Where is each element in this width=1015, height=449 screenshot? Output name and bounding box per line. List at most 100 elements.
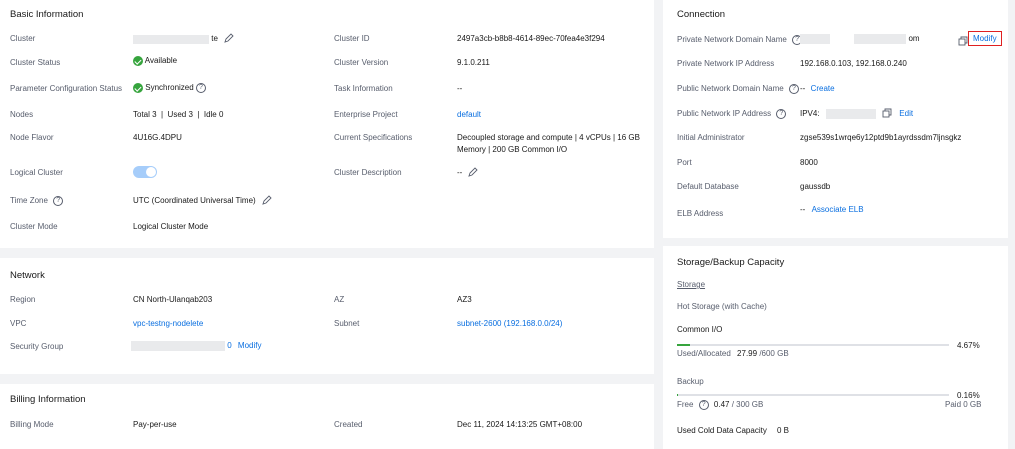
copy-icon[interactable] (882, 108, 892, 120)
cluster-description-value: -- (457, 167, 478, 179)
public-domain-create-link[interactable]: Create (811, 84, 835, 93)
elb-address-value: -- Associate ELB (800, 205, 864, 214)
security-group-suffix[interactable]: 0 (227, 341, 231, 350)
redacted-security-group (131, 341, 225, 351)
cluster-id-value: 2497a3cb-b8b8-4614-89ec-70fea4e3f294 (457, 34, 605, 43)
storage-backup-card: Storage/Backup Capacity Storage Hot Stor… (663, 246, 1008, 449)
backup-label: Backup (677, 377, 704, 386)
created-value: Dec 11, 2024 14:13:25 GMT+08:00 (457, 420, 583, 429)
enterprise-project-link[interactable]: default (457, 110, 481, 119)
nodes-value: Total 3 | Used 3 | Idle 0 (133, 110, 224, 119)
initial-administrator-label: Initial Administrator (677, 133, 745, 142)
created-label: Created (334, 420, 363, 429)
common-io-progress-fill (677, 344, 690, 346)
private-ip-label: Private Network IP Address (677, 59, 775, 68)
edit-icon[interactable] (467, 167, 478, 179)
cluster-status-value: Available (133, 56, 177, 66)
redacted-domain-part2 (854, 34, 907, 44)
private-domain-label: Private Network Domain Name ? (677, 35, 803, 45)
hot-storage-label: Hot Storage (with Cache) (677, 302, 767, 311)
port-value: 8000 (800, 158, 818, 167)
vpc-link[interactable]: vpc-testng-nodelete (133, 319, 203, 328)
cluster-id-label: Cluster ID (334, 34, 370, 43)
associate-elb-link[interactable]: Associate ELB (812, 205, 864, 214)
private-domain-modify-button[interactable]: Modify (968, 31, 1002, 46)
time-zone-text: Time Zone (10, 196, 48, 206)
billing-information-title: Billing Information (10, 394, 86, 405)
redacted-cluster-name (133, 34, 209, 44)
cluster-label: Cluster (10, 34, 36, 43)
subnet-link[interactable]: subnet-2600 (192.168.0.0/24) (457, 319, 562, 328)
billing-mode-value: Pay-per-use (133, 420, 177, 429)
network-card: Network Region CN North-Ulanqab203 VPC v… (0, 258, 654, 374)
private-domain-value: om (800, 34, 920, 44)
logical-cluster-label: Logical Cluster (10, 168, 63, 177)
parameter-configuration-text: Synchronized (145, 83, 194, 93)
parameter-configuration-value: Synchronized ? (133, 83, 206, 93)
region-label: Region (10, 295, 36, 304)
logical-cluster-toggle[interactable] (133, 166, 157, 180)
current-specifications-line1: Decoupled storage and compute | 4 vCPUs … (457, 133, 640, 142)
used-allocated-value: 27.99 (737, 349, 758, 358)
public-ip-edit-link[interactable]: Edit (899, 109, 913, 118)
default-database-value: gaussdb (800, 182, 831, 191)
help-icon[interactable]: ? (698, 400, 709, 410)
toggle-switch[interactable] (133, 166, 157, 178)
public-ip-prefix: IPV4: (800, 109, 820, 119)
paid-value: Paid 0 GB (945, 400, 982, 409)
basic-information-card: Basic Information Cluster te Cluster Sta… (0, 0, 654, 248)
cluster-mode-label: Cluster Mode (10, 222, 58, 231)
enterprise-project-label: Enterprise Project (334, 110, 398, 119)
cluster-description-text: -- (457, 168, 463, 178)
billing-mode-label: Billing Mode (10, 420, 54, 429)
time-zone-value: UTC (Coordinated Universal Time) (133, 195, 272, 207)
time-zone-label: Time Zone ? (10, 196, 64, 206)
help-icon[interactable]: ? (776, 109, 787, 119)
cluster-name-suffix: te (211, 34, 218, 44)
vpc-label: VPC (10, 319, 27, 328)
default-database-label: Default Database (677, 182, 739, 191)
help-icon[interactable]: ? (53, 196, 64, 206)
check-circle-icon (133, 83, 143, 93)
common-io-label: Common I/O (677, 325, 723, 334)
public-ip-value: IPV4: Edit (800, 108, 913, 120)
backup-progress-bar (677, 394, 949, 396)
elb-address-label: ELB Address (677, 209, 724, 218)
network-title: Network (10, 270, 45, 281)
initial-administrator-value: zgse539s1wrqe6y12ptd9b1ayrdssdm7ljnsgkz (800, 133, 962, 142)
copy-icon[interactable] (958, 36, 968, 48)
edit-icon[interactable] (224, 33, 234, 45)
common-io-percent: 4.67% (957, 341, 980, 350)
security-group-modify-link[interactable]: Modify (238, 341, 262, 350)
nodes-label: Nodes (10, 110, 34, 119)
edit-icon[interactable] (262, 195, 272, 207)
public-domain-dash: -- (800, 84, 806, 93)
private-domain-suffix: om (908, 34, 920, 44)
basic-information-title: Basic Information (10, 9, 84, 20)
used-cold-data-value: 0 B (777, 426, 790, 435)
node-flavor-label: Node Flavor (10, 133, 54, 142)
task-information-value: -- (457, 84, 463, 93)
cluster-status-text: Available (144, 56, 178, 66)
help-icon[interactable]: ? (788, 84, 799, 94)
cluster-value: te (133, 33, 234, 45)
storage-backup-title: Storage/Backup Capacity (677, 257, 785, 268)
backup-progress-fill (677, 394, 678, 396)
private-domain-text: Private Network Domain Name (677, 35, 787, 45)
cluster-description-label: Cluster Description (334, 168, 402, 177)
parameter-configuration-label: Parameter Configuration Status (10, 84, 123, 93)
public-ip-text: Public Network IP Address (677, 109, 772, 119)
storage-tab[interactable]: Storage (677, 280, 705, 289)
used-allocated-label: Used/Allocated (677, 349, 731, 358)
cluster-version-label: Cluster Version (334, 58, 389, 67)
az-label: AZ (334, 295, 345, 304)
az-value: AZ3 (457, 295, 472, 304)
free-label: Free (677, 400, 694, 410)
security-group-value: 0 Modify (131, 341, 261, 351)
public-ip-label: Public Network IP Address ? (677, 109, 787, 119)
subnet-label: Subnet (334, 319, 360, 328)
used-allocated-row: Used/Allocated 27.99 /600 GB (677, 349, 789, 358)
redacted-domain-part1 (800, 34, 830, 44)
current-specifications-label: Current Specifications (334, 133, 413, 142)
help-icon[interactable]: ? (195, 83, 206, 93)
